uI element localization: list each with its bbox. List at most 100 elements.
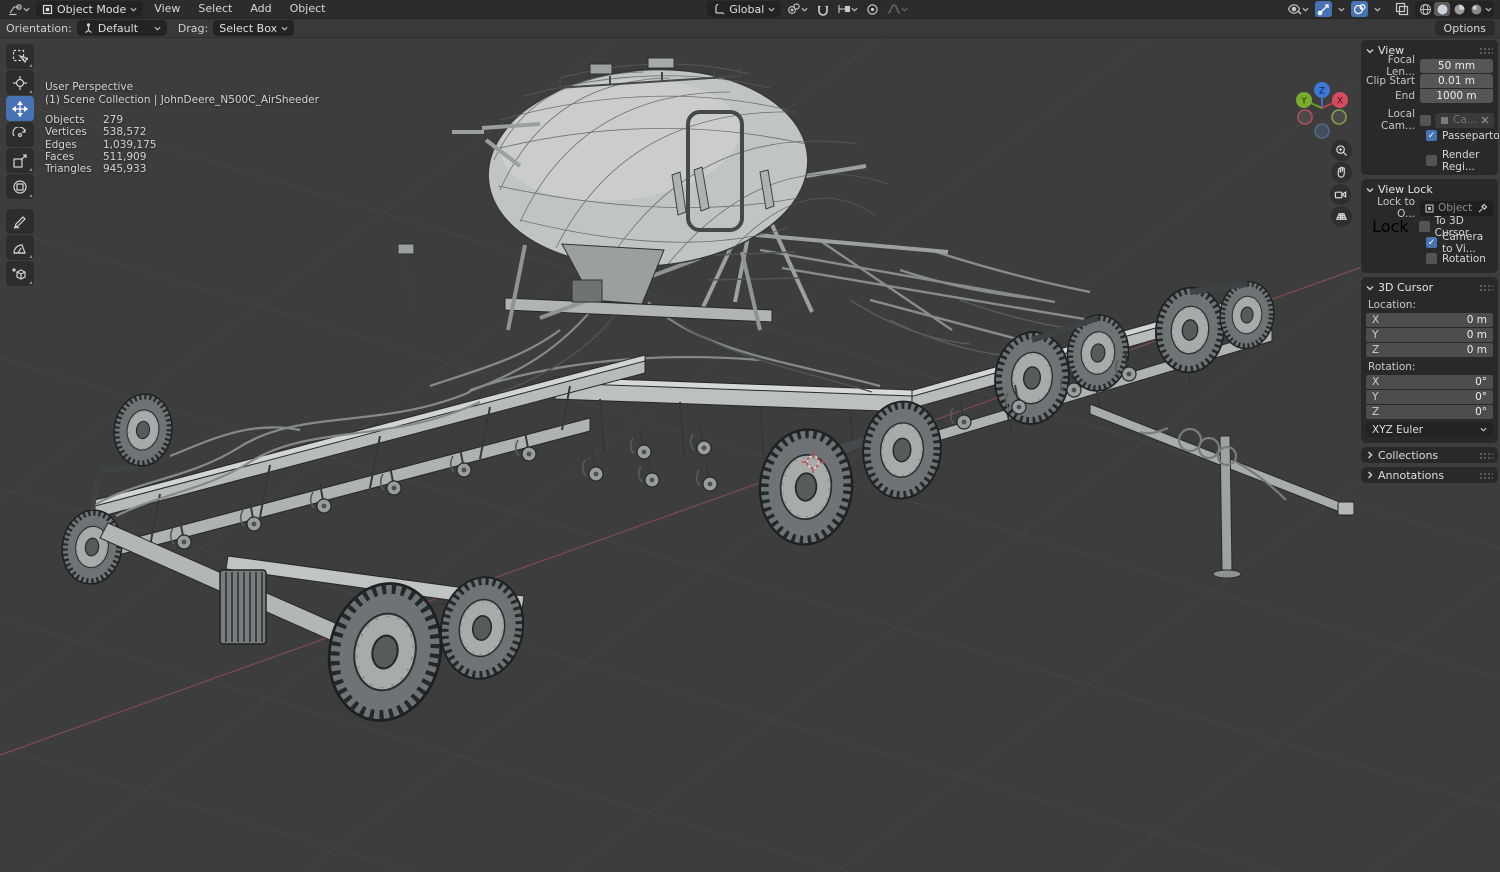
focal-length-field[interactable]: 50 mm xyxy=(1420,59,1493,73)
xray-toggle-button[interactable] xyxy=(1393,1,1411,17)
options-button[interactable]: Options xyxy=(1434,20,1495,36)
mode-label: Object Mode xyxy=(57,2,127,16)
blender-window: Object Mode View Select Add Object Globa… xyxy=(0,0,1500,872)
overlays-icon xyxy=(1353,3,1366,14)
lock-object-field[interactable]: Object xyxy=(1420,200,1493,216)
snap-toggle-button[interactable] xyxy=(814,1,832,17)
cursor-rotation-x[interactable]: X 0° xyxy=(1366,375,1493,389)
mode-selector[interactable]: Object Mode xyxy=(36,1,144,17)
overlays-toggle-button[interactable] xyxy=(1351,1,1368,17)
tool-settings-bar: Orientation: Default Drag: Select Box Op… xyxy=(0,19,1500,38)
grid-icon xyxy=(1335,213,1348,220)
camera-data-icon xyxy=(1441,116,1448,124)
cursor-location-y[interactable]: Y 0 m xyxy=(1366,328,1493,342)
drag-value: Select Box xyxy=(219,21,278,35)
axis-icon xyxy=(84,22,92,33)
tool-scale[interactable] xyxy=(6,148,34,173)
drag-handle[interactable] xyxy=(1479,284,1493,291)
perspective-toggle-button[interactable] xyxy=(1331,206,1352,227)
render-region-checkbox[interactable] xyxy=(1426,155,1437,166)
local-camera-checkbox[interactable] xyxy=(1420,114,1431,126)
viewport-stats-overlay: User Perspective (1) Scene Collection | … xyxy=(45,81,319,175)
gizmos-toggle-button[interactable] xyxy=(1315,1,1332,17)
cursor-location-x[interactable]: X 0 m xyxy=(1366,313,1493,327)
menu-object[interactable]: Object xyxy=(283,0,333,18)
tool-select-box[interactable] xyxy=(6,44,34,69)
pivot-point-button[interactable] xyxy=(785,1,810,17)
gizmos-dropdown[interactable] xyxy=(1336,1,1347,17)
drag-handle[interactable] xyxy=(1479,47,1493,54)
drag-handle[interactable] xyxy=(1479,471,1493,479)
lock-rotation-checkbox[interactable] xyxy=(1426,253,1437,264)
transform-orientation-selector[interactable]: Global xyxy=(707,1,782,17)
panel-3d-cursor: 3D Cursor Location: X 0 m Y 0 m Z 0 m Ro… xyxy=(1361,277,1498,443)
tool-annotate[interactable] xyxy=(6,209,34,234)
zoom-button[interactable] xyxy=(1331,140,1352,161)
shading-material-button[interactable] xyxy=(1451,2,1467,16)
tool-measure[interactable] xyxy=(6,235,34,260)
wireframe-icon xyxy=(1419,3,1431,15)
drag-label: Drag: xyxy=(177,21,209,35)
svg-text:X: X xyxy=(1337,97,1343,107)
tool-cursor[interactable] xyxy=(6,70,34,95)
gizmo-minus-x-axis xyxy=(1297,109,1313,125)
3d-viewport[interactable]: User Perspective (1) Scene Collection | … xyxy=(0,38,1500,872)
menu-select[interactable]: Select xyxy=(191,0,239,18)
panel-view-lock: View Lock Lock to O... Object Lock To 3D… xyxy=(1361,179,1498,273)
orientation-label: Global xyxy=(729,2,765,16)
camera-view-button[interactable] xyxy=(1330,184,1351,205)
drag-handle[interactable] xyxy=(1479,451,1493,459)
orientation-icon xyxy=(715,3,725,15)
gizmo-minus-y-axis xyxy=(1331,109,1347,125)
overlays-dropdown[interactable] xyxy=(1372,1,1383,17)
menu-add[interactable]: Add xyxy=(243,0,278,18)
camera-to-view-checkbox[interactable]: ✓ xyxy=(1426,237,1437,248)
visibility-eye-icon xyxy=(1287,4,1302,15)
toolbar xyxy=(6,44,34,286)
xray-icon xyxy=(1395,2,1409,16)
orientation-dropdown[interactable]: Default xyxy=(76,20,167,36)
pan-button[interactable] xyxy=(1331,162,1352,183)
editor-type-button[interactable] xyxy=(6,1,32,17)
object-mode-icon xyxy=(45,7,50,11)
zoom-icon xyxy=(1336,145,1348,157)
shading-rendered-button[interactable] xyxy=(1468,2,1484,16)
clip-start-field[interactable]: 0.01 m xyxy=(1420,74,1493,88)
passepartout-checkbox[interactable]: ✓ xyxy=(1426,130,1437,141)
panel-3d-cursor-header[interactable]: 3D Cursor xyxy=(1366,280,1493,295)
tool-add-cube[interactable] xyxy=(6,261,34,286)
navigation-gizmo[interactable]: Z Y X xyxy=(1288,78,1356,140)
drag-dropdown[interactable]: Select Box xyxy=(213,20,295,36)
cursor-rotation-z[interactable]: Z 0° xyxy=(1366,405,1493,419)
orientation-value: Default xyxy=(97,21,139,35)
gizmo-minus-z-axis xyxy=(1314,123,1330,139)
shading-mode-group xyxy=(1415,1,1494,17)
sidebar: View Focal Len... 50 mm Clip Start 0.01 … xyxy=(1361,40,1500,483)
panel-view: View Focal Len... 50 mm Clip Start 0.01 … xyxy=(1361,40,1500,175)
panel-view-lock-header[interactable]: View Lock xyxy=(1366,182,1493,197)
tool-rotate[interactable] xyxy=(6,122,34,147)
clip-end-field[interactable]: 1000 m xyxy=(1420,89,1493,103)
snap-target-button[interactable] xyxy=(835,1,860,17)
gizmos-icon xyxy=(1317,3,1329,15)
viewport-header: Object Mode View Select Add Object Globa… xyxy=(0,0,1500,19)
object-visibility-button[interactable] xyxy=(1285,1,1311,17)
snap-target-icon xyxy=(838,5,851,13)
cursor-rotation-y[interactable]: Y 0° xyxy=(1366,390,1493,404)
proportional-editing-button[interactable] xyxy=(864,1,882,17)
scene-statistics: Objects 279 Vertices 538,572 Edges 1,039,17… xyxy=(45,114,157,176)
eyedropper-icon xyxy=(1478,203,1488,213)
svg-text:Y: Y xyxy=(1300,97,1307,107)
cursor-location-z[interactable]: Z 0 m xyxy=(1366,343,1493,357)
solid-shading-icon xyxy=(1437,4,1447,14)
menu-view[interactable]: View xyxy=(147,0,187,18)
tool-move[interactable] xyxy=(6,96,34,121)
shading-wireframe-button[interactable] xyxy=(1417,2,1433,16)
weight-stack xyxy=(219,569,267,645)
lock-to-cursor-checkbox[interactable] xyxy=(1418,221,1430,232)
panel-collections[interactable]: Collections xyxy=(1361,447,1498,463)
shading-solid-button[interactable] xyxy=(1434,2,1450,16)
panel-annotations[interactable]: Annotations xyxy=(1361,467,1498,483)
tool-transform[interactable] xyxy=(6,174,34,199)
rotation-mode-dropdown[interactable]: XYZ Euler xyxy=(1366,422,1493,437)
